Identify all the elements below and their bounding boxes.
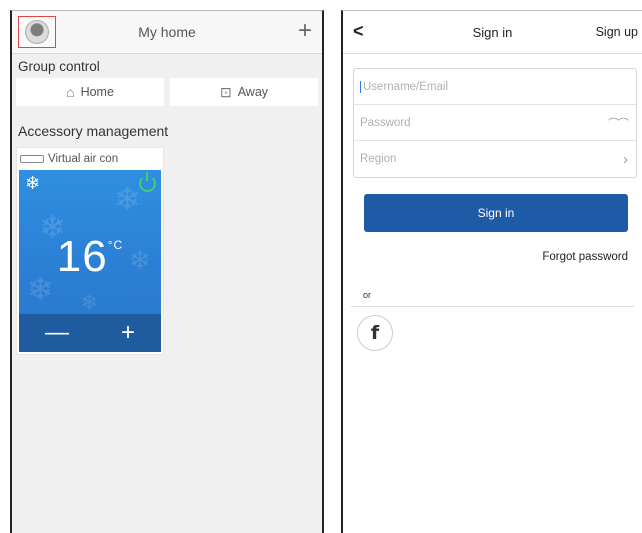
- page-title: My home: [138, 24, 196, 40]
- increase-temperature-button[interactable]: +: [121, 319, 135, 347]
- snowflake-background-icon: ❄: [81, 292, 98, 314]
- home-mode-label: Home: [80, 85, 114, 99]
- snowflake-background-icon: ❄: [114, 181, 141, 217]
- home-header: My home +: [12, 11, 322, 54]
- sign-up-link[interactable]: Sign up: [596, 25, 638, 39]
- forgot-password-link[interactable]: Forgot password: [542, 251, 628, 263]
- device-control-panel: ❄ ❄ ❄ ❄ ❄ ❄ 16°C — +: [19, 170, 161, 352]
- region-select[interactable]: Region: [360, 153, 396, 165]
- add-button[interactable]: +: [298, 17, 312, 45]
- suitcase-icon: ⊡: [219, 83, 232, 100]
- or-divider-label: or: [363, 290, 372, 300]
- away-mode-button[interactable]: ⊡ Away: [170, 78, 318, 106]
- facebook-icon: f: [370, 322, 380, 344]
- home-icon: ⌂: [66, 84, 75, 100]
- temperature-unit: °C: [107, 238, 124, 252]
- air-conditioner-icon: [20, 155, 44, 163]
- device-name-label: Virtual air con: [48, 153, 119, 165]
- username-input[interactable]: [360, 80, 580, 93]
- password-row[interactable]: Password ⌒⌒: [354, 105, 636, 141]
- sign-in-button[interactable]: Sign in: [364, 194, 628, 232]
- home-screen: My home + Group control ⌂ Home ⊡ Away Ac…: [10, 10, 324, 533]
- chevron-right-icon: ›: [623, 150, 628, 168]
- sign-in-header: < Sign in Sign up: [343, 11, 642, 54]
- sign-in-screen: < Sign in Sign up Password ⌒⌒ Region › S…: [341, 10, 642, 533]
- snowflake-icon: ❄: [25, 173, 41, 193]
- device-card-virtual-air-con[interactable]: Virtual air con ❄ ❄ ❄ ❄ ❄ ❄ 16°C — +: [17, 148, 163, 354]
- region-row[interactable]: Region ›: [354, 141, 636, 177]
- username-row: [354, 69, 636, 105]
- power-icon[interactable]: [139, 172, 156, 192]
- sign-in-form: Password ⌒⌒ Region ›: [353, 68, 637, 178]
- group-control-row: ⌂ Home ⊡ Away: [12, 76, 322, 106]
- divider: [351, 306, 634, 307]
- away-mode-label: Away: [237, 85, 269, 99]
- hidden-eye-icon[interactable]: ⌒⌒: [608, 115, 629, 131]
- password-input[interactable]: Password: [360, 117, 411, 129]
- accessory-management-label: Accessory management: [18, 123, 169, 139]
- temperature-value: 16: [56, 232, 108, 281]
- device-title: Virtual air con: [17, 148, 163, 170]
- home-mode-button[interactable]: ⌂ Home: [16, 78, 164, 106]
- decrease-temperature-button[interactable]: —: [45, 319, 69, 347]
- facebook-login-button[interactable]: f: [357, 315, 393, 351]
- temperature-display: 16°C: [19, 232, 161, 282]
- temperature-controls: — +: [19, 314, 161, 352]
- group-control-label: Group control: [18, 59, 100, 74]
